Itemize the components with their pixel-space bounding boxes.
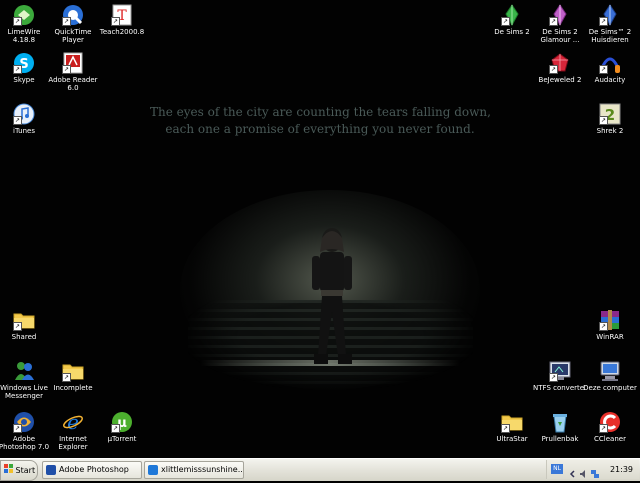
desktop-icon-adobe-reader[interactable]: ↗ Adobe Reader 6.0 — [45, 52, 101, 92]
desktop-icon-internet-explorer[interactable]: e Internet Explorer — [45, 410, 101, 451]
desktop-icon-teach2000[interactable]: T ↗ Teach2000.8 — [94, 4, 150, 36]
teach2000-label: Teach2000.8 — [99, 28, 145, 36]
adobe-reader-icon: ↗ — [62, 52, 84, 74]
quote-line-2: each one a promise of everything you nev… — [165, 122, 475, 136]
desktop-icon-sims2-huisdieren[interactable]: ↗ De Sims™ 2 Huisdieren — [582, 4, 638, 44]
desktop-icon-sims2-glamour[interactable]: ↗ De Sims 2 Glamour ... — [532, 4, 588, 44]
task-label: Adobe Photoshop — [59, 465, 129, 474]
taskbar-button-browser-window[interactable]: xlittlemisssunshine... — [144, 461, 244, 479]
ntfs-converter-icon: ↗ — [549, 360, 571, 382]
desktop-icon-prullenbak[interactable]: Prullenbak — [532, 411, 588, 443]
desktop-icon-incomplete[interactable]: ↗ Incomplete — [45, 360, 101, 392]
winrar-icon: ↗ — [599, 309, 621, 331]
my-computer-icon — [599, 360, 621, 382]
internet-explorer-icon — [148, 464, 158, 475]
prullenbak-label: Prullenbak — [541, 435, 579, 443]
messenger-icon — [13, 360, 35, 382]
internet-explorer-label: Internet Explorer — [58, 435, 88, 451]
internet-explorer-icon: e — [62, 410, 84, 434]
desktop-icon-quicktime[interactable]: ↗ QuickTime Player — [45, 4, 101, 44]
teach2000-icon: T ↗ — [111, 4, 133, 26]
sims-plumbob-icon: ↗ — [549, 4, 571, 27]
limewire-icon: ↗ — [13, 4, 35, 26]
bejeweled2-label: BeJeweled 2 — [538, 76, 582, 84]
skype-icon: S ↗ — [13, 52, 35, 74]
winrar-label: WinRAR — [596, 333, 624, 341]
desktop[interactable]: The eyes of the city are counting the te… — [0, 0, 640, 458]
taskbar: Start Adobe Photoshop xlittlemisssunshin… — [0, 458, 640, 481]
desktop-icon-shrek2[interactable]: 2 ↗ Shrek 2 — [582, 103, 638, 135]
itunes-icon: ↗ — [13, 103, 35, 125]
recycle-bin-icon — [549, 411, 571, 433]
bejeweled-gem-icon: ↗ — [549, 52, 571, 74]
speaker-icon[interactable] — [579, 464, 589, 478]
photoshop-icon — [46, 464, 56, 475]
desktop-icon-ntfs-converter[interactable]: ↗ NTFS converter — [532, 360, 588, 392]
shrek2-icon: 2 ↗ — [599, 103, 621, 125]
start-button[interactable]: Start — [0, 460, 38, 481]
network-icon[interactable] — [590, 464, 600, 478]
wallpaper-figure — [312, 228, 352, 364]
itunes-label: iTunes — [13, 127, 35, 135]
system-tray: NL 21:39 — [546, 460, 639, 479]
desktop-icon-shared[interactable]: ↗ Shared — [0, 309, 52, 341]
utorrent-label: µTorrent — [107, 435, 137, 443]
sims2-huisdieren-label: De Sims™ 2 Huisdieren — [588, 28, 632, 44]
folder-icon: ↗ — [62, 360, 84, 382]
desktop-icon-itunes[interactable]: ↗ iTunes — [0, 103, 52, 135]
sims-plumbob-icon: ↗ — [501, 4, 523, 27]
language-indicator[interactable]: NL — [551, 464, 563, 474]
incomplete-label: Incomplete — [53, 384, 93, 392]
task-label: xlittlemisssunshine... — [161, 465, 244, 474]
quicktime-label: QuickTime Player — [54, 28, 92, 44]
desktop-icon-utorrent[interactable]: µ ↗ µTorrent — [94, 411, 150, 443]
tray-chevron-icon[interactable] — [568, 464, 578, 478]
photoshop-icon: ↗ — [13, 411, 35, 433]
start-label: Start — [15, 466, 36, 475]
wallpaper-quote: The eyes of the city are counting the te… — [150, 104, 491, 138]
audacity-label: Audacity — [594, 76, 626, 84]
sims2-glamour-label: De Sims 2 Glamour ... — [540, 28, 580, 44]
folder-icon: ↗ — [13, 309, 35, 331]
quote-line-1: The eyes of the city are counting the te… — [150, 105, 491, 119]
windows-flag-icon — [4, 461, 13, 480]
ccleaner-icon: ↗ — [599, 411, 621, 433]
shared-label: Shared — [11, 333, 37, 341]
sims-plumbob-icon: ↗ — [599, 4, 621, 27]
shrek2-label: Shrek 2 — [596, 127, 624, 135]
desktop-icon-winrar[interactable]: ↗ WinRAR — [582, 309, 638, 341]
audacity-icon: ↗ — [599, 52, 621, 74]
svg-text:e: e — [67, 411, 79, 433]
quicktime-icon: ↗ — [62, 4, 84, 26]
ccleaner-label: CCleaner — [594, 435, 626, 443]
adobe-reader-label: Adobe Reader 6.0 — [48, 76, 98, 92]
desktop-icon-ccleaner[interactable]: ↗ CCleaner — [582, 411, 638, 443]
desktop-icon-audacity[interactable]: ↗ Audacity — [582, 52, 638, 84]
utorrent-icon: µ ↗ — [111, 411, 133, 433]
desktop-icon-bejeweled2[interactable]: ↗ BeJeweled 2 — [532, 52, 588, 84]
ntfs-converter-label: NTFS converter — [533, 384, 587, 392]
desktop-icon-deze-computer[interactable]: Deze computer — [582, 360, 638, 392]
clock[interactable]: 21:39 — [610, 460, 633, 479]
deze-computer-label: Deze computer — [583, 384, 637, 392]
taskbar-button-photoshop[interactable]: Adobe Photoshop — [42, 461, 142, 479]
folder-icon: ↗ — [501, 411, 523, 433]
